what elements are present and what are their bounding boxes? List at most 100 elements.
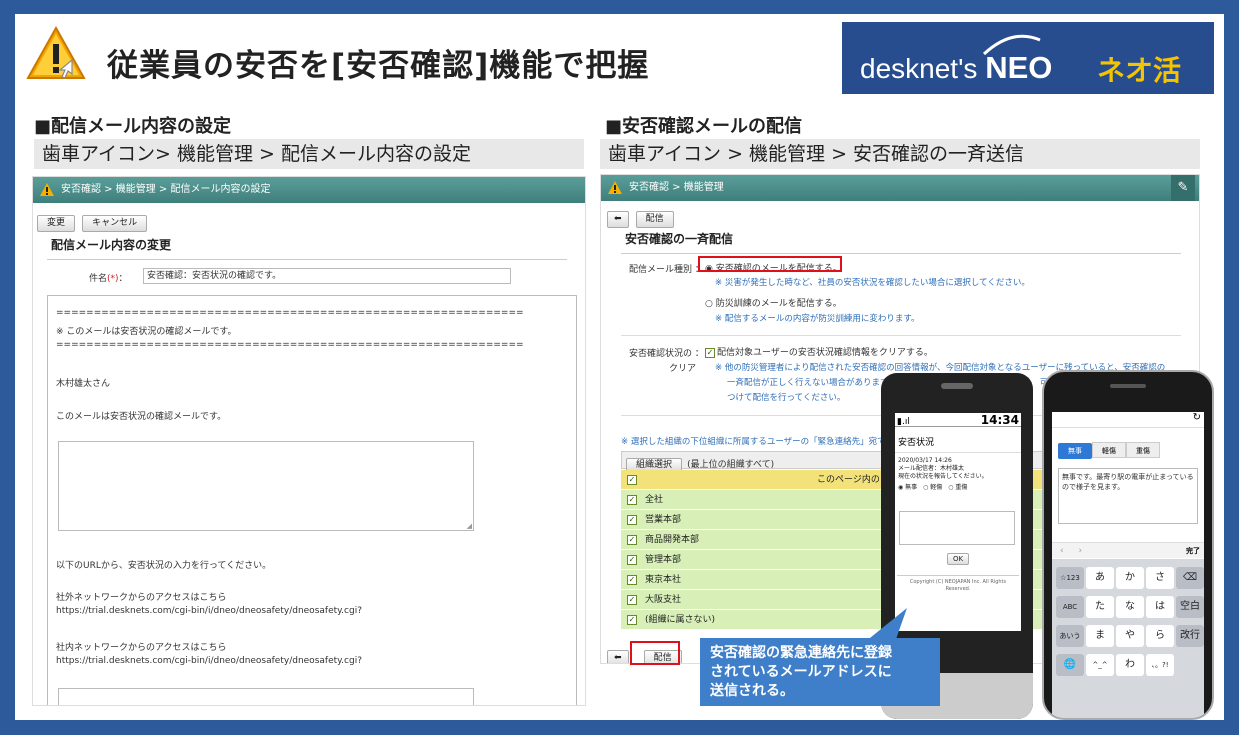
keyboard-key[interactable]: か <box>1116 567 1144 589</box>
org-checkbox[interactable]: ✓ <box>627 554 637 565</box>
smartphone: ↻ 無事 軽傷 重傷 無事です。最寄り駅の電車が止まっているので様子を見ます。 ‹ … <box>1042 370 1214 720</box>
clear-note-3: つけて配信を行ってください。 <box>727 393 846 403</box>
form-title: 安否確認の一斉配信 <box>621 230 1181 254</box>
phone2-tab-safe[interactable]: 無事 <box>1058 443 1092 459</box>
keyboard-key[interactable]: さ <box>1146 567 1174 589</box>
phone2-screen: ↻ 無事 軽傷 重傷 無事です。最寄り駅の電車が止まっているので様子を見ます。 ‹ … <box>1052 412 1204 718</box>
org-label: 営業本部 <box>645 515 682 525</box>
internal-url: https://trial.desknets.com/cgi-bin/i/dne… <box>56 656 362 666</box>
phone1-sender: メール配信者：木村雄太 <box>898 465 965 472</box>
org-checkbox[interactable]: ✓ <box>627 594 637 605</box>
keyboard-key[interactable]: は <box>1146 596 1174 618</box>
keyboard-key[interactable]: あ <box>1086 567 1114 589</box>
page-header-label: このページ内の <box>817 475 880 485</box>
callout-note: 安否確認の緊急連絡先に登録 されているメールアドレスに 送信される。 <box>700 638 940 706</box>
option-safety-note: ※ 災害が発生した時など、社員の安否状況を確認したい場合に選択してください。 <box>715 278 1030 288</box>
keyboard-key[interactable]: ABC <box>1056 596 1084 618</box>
keyboard-key[interactable]: 🌐 <box>1056 654 1084 676</box>
org-label: (組織に属さない) <box>645 615 716 625</box>
subject-input[interactable]: 安否確認：安否状況の確認です。 <box>143 268 511 284</box>
phone1-time: 14:34 <box>980 413 1019 427</box>
phone1-opt2[interactable]: ○ 軽傷 <box>923 484 942 491</box>
brand-name: desknet's <box>860 53 978 84</box>
highlight-send-button <box>630 641 680 665</box>
left-breadcrumb: 歯車アイコン> 機能管理 > 配信メール内容の設定 <box>34 139 584 169</box>
footer-text-area[interactable] <box>58 688 474 705</box>
keyboard-key[interactable]: ☆123 <box>1056 567 1084 589</box>
org-checkbox[interactable]: ✓ <box>627 614 637 625</box>
callout-pointer <box>865 608 907 642</box>
keyboard-key[interactable]: わ <box>1116 654 1144 676</box>
phone2-tab-minor[interactable]: 軽傷 <box>1092 442 1126 458</box>
keyboard-key[interactable]: ら <box>1146 625 1174 647</box>
clear-note-2: 一斉配信が正しく行えない場合があります <box>727 378 889 388</box>
option-drill-label: 防災訓練のメールを配信する。 <box>715 299 842 309</box>
clear-label: 安否確認状況の ： <box>629 349 704 359</box>
select-all-checkbox[interactable]: ✓ <box>627 474 637 485</box>
speaker-icon <box>941 383 973 389</box>
notice-line: ※ このメールは安否状況の確認メールです。 <box>56 327 237 337</box>
brand-logo: desknet's NEO ネオ活 <box>842 22 1214 94</box>
free-text-area[interactable]: ◢ <box>58 441 474 531</box>
mail-type-label: 配信メール種別 ： <box>629 265 704 275</box>
phone1-textarea[interactable] <box>899 511 1015 545</box>
highlight-safety-option <box>698 256 842 272</box>
phone2-message[interactable]: 無事です。最寄り駅の電車が止まっているので様子を見ます。 <box>1058 468 1198 524</box>
mail-body-editor[interactable]: ========================================… <box>47 295 577 705</box>
back-arrow-icon[interactable]: ⬅ <box>607 211 629 228</box>
resize-grip-icon[interactable]: ◢ <box>467 522 472 530</box>
change-button[interactable]: 変更 <box>37 215 76 232</box>
required-mark: (*) <box>107 274 119 284</box>
phone1-ok-button[interactable]: OK <box>947 553 970 565</box>
prev-arrow-icon[interactable]: ‹ <box>1060 546 1064 556</box>
org-label: 商品開発本部 <box>645 535 700 545</box>
app-breadcrumb-text: 安否確認 > 機能管理 <box>629 182 724 193</box>
brand-neo: NEO <box>985 50 1053 85</box>
callout-line-3: 送信される。 <box>710 683 794 699</box>
speaker-icon <box>1110 384 1146 388</box>
keyboard-key[interactable]: や <box>1116 625 1144 647</box>
option-drill[interactable]: ○ 防災訓練のメールを配信する。 <box>705 296 842 309</box>
external-access-line: 社外ネットワークからのアクセスはこちら <box>56 593 227 603</box>
mail-settings-screenshot: 安否確認 > 機能管理 > 配信メール内容の設定 変更 キャンセル 配信メール内… <box>32 176 586 706</box>
phone1-copyright: Copyright (C) NEOJAPAN Inc. All Rights R… <box>909 579 1007 592</box>
body-line: このメールは安否状況の確認メールです。 <box>56 412 227 422</box>
keyboard-key[interactable]: な <box>1116 596 1144 618</box>
brand-tagline: ネオ活 <box>1097 54 1182 87</box>
phone1-opt3[interactable]: ○ 重傷 <box>948 484 967 491</box>
org-checkbox[interactable]: ✓ <box>627 514 637 525</box>
app-breadcrumb-bar: 安否確認 > 機能管理 ✎ <box>601 175 1199 201</box>
keyboard-key[interactable]: ⌫ <box>1176 567 1204 589</box>
next-arrow-icon[interactable]: › <box>1078 546 1082 556</box>
phone1-screen: ▮.ıl 14:34 安否状況 2020/03/17 14:26 メール配信者：… <box>895 413 1021 631</box>
org-label: 全社 <box>645 495 664 505</box>
cancel-button[interactable]: キャンセル <box>82 215 148 232</box>
phone1-opt1[interactable]: ◉ 無事 <box>898 484 917 491</box>
org-checkbox[interactable]: ✓ <box>627 534 637 545</box>
org-checkbox[interactable]: ✓ <box>627 494 637 505</box>
callout-line-1: 安否確認の緊急連絡先に登録 <box>710 645 892 661</box>
safety-icon <box>40 183 54 196</box>
keyboard-key[interactable]: 空白 <box>1176 596 1204 618</box>
wrench-icon[interactable]: ✎ <box>1171 175 1195 201</box>
keyboard-key[interactable]: ま <box>1086 625 1114 647</box>
phone2-done[interactable]: 完了 <box>1186 543 1200 559</box>
keyboard-key[interactable]: 改行 <box>1176 625 1204 647</box>
send-button-top[interactable]: 配信 <box>635 211 674 228</box>
phone1-datetime: 2020/03/17 14:26 <box>898 457 952 464</box>
signal-icon: ▮.ıl <box>897 417 910 427</box>
back-arrow-icon[interactable]: ⬅ <box>607 650 629 663</box>
keyboard-key[interactable]: ^_^ <box>1086 654 1114 676</box>
internal-access-line: 社内ネットワークからのアクセスはこちら <box>56 643 227 653</box>
keyboard-key[interactable]: 、。?! <box>1146 654 1174 676</box>
keyboard-key[interactable]: あいう <box>1056 625 1084 647</box>
reload-icon[interactable]: ↻ <box>1052 412 1204 428</box>
clear-checkbox[interactable]: ✓ 配信対象ユーザーの安否状況確認情報をクリアする。 <box>705 345 933 358</box>
form-title: 配信メール内容の変更 <box>47 236 567 260</box>
org-checkbox[interactable]: ✓ <box>627 574 637 585</box>
phone2-keyboard: ☆123 あかさ ⌫ ABC たなは空白あいうまやら改行 🌐 ^_^ わ、。?! <box>1052 559 1204 718</box>
subject-colon: ： <box>118 274 128 284</box>
phone2-tab-serious[interactable]: 重傷 <box>1126 442 1160 458</box>
keyboard-key[interactable]: た <box>1086 596 1114 618</box>
checkbox-icon: ✓ <box>705 347 715 358</box>
